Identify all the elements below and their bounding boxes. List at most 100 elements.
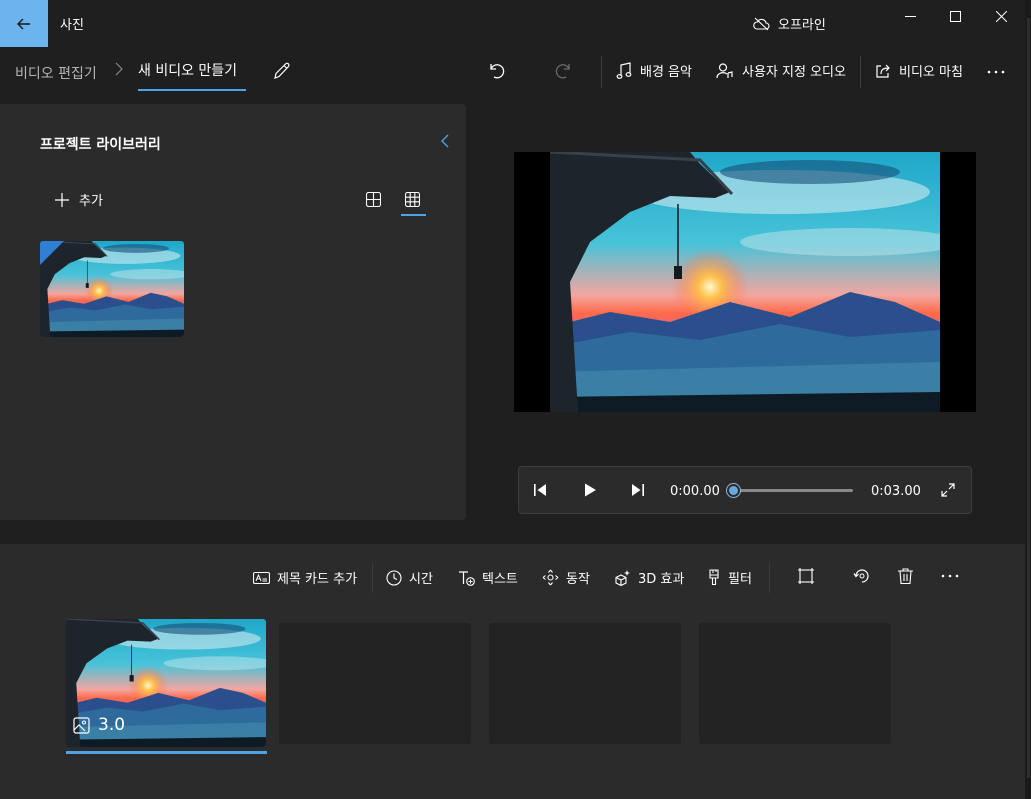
scrollbar-thumb[interactable] <box>1027 18 1030 778</box>
maximize-button[interactable] <box>932 0 978 32</box>
share-icon <box>876 64 890 78</box>
close-button[interactable] <box>978 0 1024 32</box>
fullscreen-button[interactable] <box>940 482 956 498</box>
divider <box>601 56 602 88</box>
divider <box>769 563 770 593</box>
delete-button[interactable] <box>897 567 914 585</box>
duration-button[interactable]: 시간 <box>386 568 433 587</box>
library-media-thumbnail[interactable] <box>40 241 184 337</box>
title-bar <box>0 0 1031 47</box>
sunset-pagoda-image <box>550 152 940 412</box>
filters-button[interactable]: 필터 <box>707 568 752 587</box>
clip-duration-badge: 3.0 <box>73 715 125 735</box>
minimize-button[interactable] <box>887 0 933 32</box>
back-button[interactable] <box>0 0 48 47</box>
text-add-icon <box>459 570 475 586</box>
chevron-right-icon <box>115 62 123 76</box>
seek-thumb[interactable] <box>727 484 740 497</box>
crop-button[interactable] <box>797 567 815 585</box>
clip-selection-indicator <box>66 751 267 754</box>
crop-frame-icon <box>798 568 814 584</box>
3d-effects-label: 3D 효과 <box>638 572 685 587</box>
large-grid-view-button[interactable] <box>366 192 381 207</box>
grid-small-icon <box>405 192 420 207</box>
arrow-left-icon <box>17 18 30 29</box>
close-icon <box>995 10 1007 22</box>
expand-icon <box>941 483 955 497</box>
trash-icon <box>898 568 913 585</box>
step-forward-icon <box>632 484 644 496</box>
storyboard-clip[interactable]: 3.0 <box>66 619 266 747</box>
maximize-icon <box>949 10 961 22</box>
added-to-project-marker <box>40 241 64 265</box>
collapse-library-button[interactable] <box>440 133 450 149</box>
step-back-icon <box>534 484 546 496</box>
offline-label: 오프라인 <box>778 18 826 33</box>
breadcrumb-project-title[interactable]: 새 비디오 만들기 <box>138 60 237 80</box>
view-selection-indicator <box>401 214 426 216</box>
more-options-button[interactable] <box>986 62 1006 82</box>
offline-status: 오프라인 <box>753 14 826 33</box>
image-icon <box>73 716 90 734</box>
filter-brush-icon <box>709 569 719 586</box>
play-icon <box>585 483 596 497</box>
add-media-label: 추가 <box>79 194 103 209</box>
more-horizontal-icon <box>987 70 1005 74</box>
small-grid-view-button[interactable] <box>405 192 420 207</box>
redo-button[interactable] <box>554 61 574 81</box>
3d-effects-button[interactable]: 3D 효과 <box>614 568 684 587</box>
breadcrumb-selection-indicator <box>138 89 246 91</box>
seek-bar[interactable] <box>733 489 853 492</box>
custom-audio-label: 사용자 지정 오디오 <box>742 65 846 80</box>
current-time: 0:00.00 <box>670 484 720 499</box>
grid-large-icon <box>366 192 381 207</box>
redo-icon <box>555 64 570 79</box>
storyboard-more-button[interactable] <box>940 567 960 585</box>
undo-icon <box>490 64 505 79</box>
project-library-title: 프로젝트 라이브러리 <box>40 137 161 153</box>
video-preview <box>514 152 976 412</box>
empty-clip-slot <box>279 623 471 744</box>
title-card-icon <box>253 571 270 584</box>
plus-icon <box>55 192 69 207</box>
app-title: 사진 <box>60 18 84 33</box>
motion-label: 동작 <box>566 572 590 587</box>
divider <box>860 56 861 88</box>
duration-label: 시간 <box>409 572 433 587</box>
breadcrumb-video-editor[interactable]: 비디오 편집기 <box>15 63 97 83</box>
storyboard-panel: 제목 카드 추가 시간 텍스트 동작 3D 효과 필터 3.0 <box>0 544 1031 799</box>
previous-frame-button[interactable] <box>532 482 548 498</box>
empty-clip-slot <box>699 623 891 744</box>
finish-video-button[interactable]: 비디오 마침 <box>875 61 963 80</box>
rename-button[interactable] <box>272 61 292 81</box>
motion-icon <box>542 569 559 586</box>
undo-button[interactable] <box>486 61 506 81</box>
text-label: 텍스트 <box>482 572 518 587</box>
preview-frame <box>550 152 940 412</box>
empty-clip-slot <box>489 623 681 744</box>
text-button[interactable]: 텍스트 <box>458 568 518 587</box>
pencil-icon <box>274 62 290 79</box>
total-time: 0:03.00 <box>871 484 921 499</box>
project-library-panel: 프로젝트 라이브러리 추가 <box>0 104 466 520</box>
play-button[interactable] <box>582 482 598 498</box>
person-audio-icon <box>716 62 733 78</box>
divider <box>372 563 373 593</box>
motion-button[interactable]: 동작 <box>542 568 590 587</box>
background-music-label: 배경 음악 <box>640 65 692 80</box>
cloud-offline-icon <box>753 17 770 30</box>
clock-icon <box>386 569 402 586</box>
rotate-button[interactable] <box>853 567 871 585</box>
finish-video-label: 비디오 마침 <box>899 65 963 80</box>
add-media-button[interactable]: 추가 <box>55 190 103 209</box>
custom-audio-button[interactable]: 사용자 지정 오디오 <box>716 61 846 80</box>
chevron-left-icon <box>441 134 449 148</box>
more-horizontal-icon <box>941 574 959 578</box>
next-frame-button[interactable] <box>630 482 646 498</box>
playback-controls: 0:00.00 0:03.00 <box>518 466 972 514</box>
clip-duration-label: 3.0 <box>98 715 126 735</box>
sparkle-cube-icon <box>615 570 630 586</box>
background-music-button[interactable]: 배경 음악 <box>616 61 692 80</box>
add-title-card-button[interactable]: 제목 카드 추가 <box>253 568 357 587</box>
filters-label: 필터 <box>728 572 752 587</box>
